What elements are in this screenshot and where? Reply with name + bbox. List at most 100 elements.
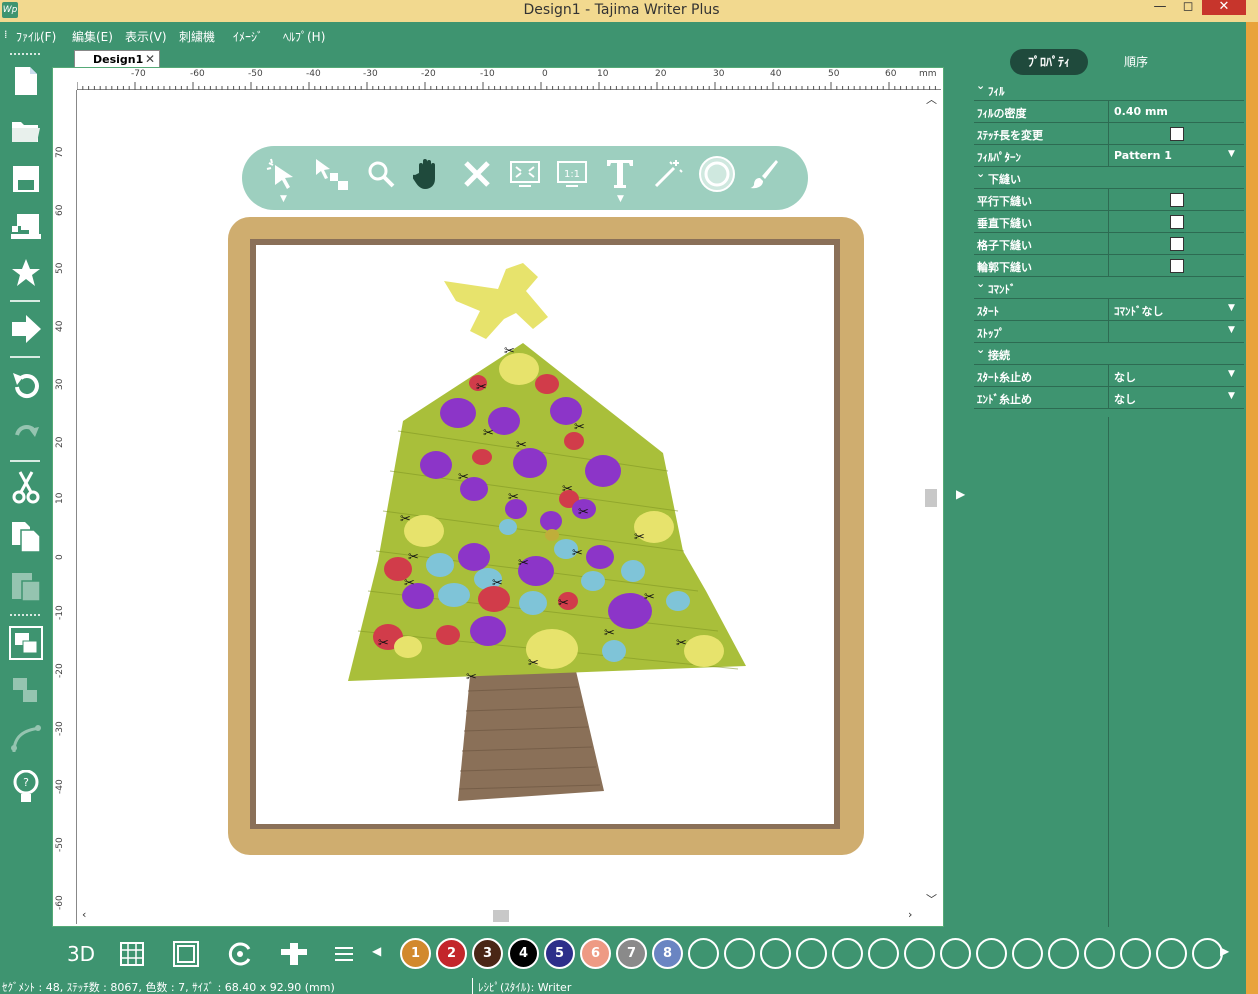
panel-collapse-icon[interactable]: ▶ xyxy=(956,487,965,501)
group-icon[interactable] xyxy=(8,626,44,660)
stitch-path-icon[interactable] xyxy=(224,938,256,970)
tip-bulb-icon[interactable]: ? xyxy=(8,770,44,804)
property-value[interactable]: 0.40 mm xyxy=(1114,105,1168,118)
menu-help[interactable]: ﾍﾙﾌﾟ(H) xyxy=(283,28,325,45)
trim-icon[interactable] xyxy=(278,938,310,970)
menu-file[interactable]: ﾌｧｲﾙ(F) xyxy=(16,28,56,45)
magic-wand-icon[interactable] xyxy=(648,154,688,194)
copy-icon[interactable] xyxy=(8,520,44,554)
hand-pan-icon[interactable] xyxy=(408,154,448,194)
fit-screen-icon[interactable] xyxy=(505,154,545,194)
embroidery-design[interactable]: ✂ ✂ ✂ ✂ ✂ ✂ ✂ ✂ ✂ ✂ ✂ ✂ ✂ ✂ ✂ ✂ ✂ ✂ ✂ ✂ ✂ ✂ ✂ xyxy=(78,91,917,909)
undo-icon[interactable] xyxy=(8,368,44,402)
view-3d-button[interactable]: 3D xyxy=(64,938,98,970)
swatch-scroll-left-icon[interactable]: ◀ xyxy=(372,944,381,958)
property-checkbox[interactable] xyxy=(1170,127,1184,141)
redo-icon[interactable] xyxy=(8,416,44,450)
actual-size-icon[interactable]: 1:1 xyxy=(552,154,592,194)
empty-color-swatch[interactable] xyxy=(796,938,827,969)
empty-color-swatch[interactable] xyxy=(724,938,755,969)
horizontal-scrollbar[interactable]: ‹ › xyxy=(78,908,921,924)
empty-color-swatch[interactable] xyxy=(1048,938,1079,969)
delete-icon[interactable] xyxy=(457,154,497,194)
text-icon[interactable] xyxy=(600,154,640,194)
property-checkbox[interactable] xyxy=(1170,237,1184,251)
property-checkbox[interactable] xyxy=(1170,215,1184,229)
property-value[interactable]: なし xyxy=(1114,369,1136,385)
color-swatch[interactable]: 7 xyxy=(616,938,647,969)
property-section[interactable]: ⌄ 接続 xyxy=(974,343,1244,365)
empty-color-swatch[interactable] xyxy=(1120,938,1151,969)
swatch-scroll-right-icon[interactable]: ▶ xyxy=(1220,944,1229,958)
dropdown-arrow-icon[interactable]: ▼ xyxy=(1228,369,1235,379)
new-file-icon[interactable] xyxy=(8,64,44,98)
menu-image[interactable]: ｲﾒｰｼﾞ xyxy=(233,28,263,45)
empty-color-swatch[interactable] xyxy=(1156,938,1187,969)
scroll-up-icon[interactable]: ︿ xyxy=(926,91,937,107)
color-swatch[interactable]: 5 xyxy=(544,938,575,969)
scroll-right-icon[interactable]: › xyxy=(908,908,912,921)
stitch-view-icon[interactable] xyxy=(697,154,737,194)
property-checkbox[interactable] xyxy=(1170,259,1184,273)
tab-close-icon[interactable]: ✕ xyxy=(145,52,155,66)
empty-color-swatch[interactable] xyxy=(832,938,863,969)
close-button[interactable]: ✕ xyxy=(1202,0,1246,15)
empty-color-swatch[interactable] xyxy=(1192,938,1223,969)
star-icon[interactable] xyxy=(8,256,44,290)
brush-icon[interactable] xyxy=(744,154,784,194)
dropdown-arrow-icon[interactable]: ▼ xyxy=(1228,391,1235,401)
property-section[interactable]: ⌄ 下縫い xyxy=(974,167,1244,189)
minimize-button[interactable]: — xyxy=(1148,0,1172,16)
menu-machine[interactable]: 刺繍機 xyxy=(179,28,215,45)
document-tab[interactable]: Design1 ✕ xyxy=(74,50,160,68)
export-icon[interactable] xyxy=(8,312,44,346)
magic-select-icon[interactable] xyxy=(262,154,302,194)
property-section[interactable]: ⌄ ｺﾏﾝﾄﾞ xyxy=(974,277,1244,299)
save-icon[interactable] xyxy=(8,162,44,196)
property-value[interactable]: Pattern 1 xyxy=(1114,149,1172,162)
vertical-scrollbar[interactable]: ︿ ﹀ xyxy=(921,91,941,909)
tab-order[interactable]: 順序 xyxy=(1124,53,1148,70)
scroll-left-icon[interactable]: ‹ xyxy=(82,908,86,921)
property-value[interactable]: ｺﾏﾝﾄﾞなし xyxy=(1114,303,1164,319)
property-section[interactable]: ⌄ ﾌｨﾙ xyxy=(974,79,1244,101)
empty-color-swatch[interactable] xyxy=(760,938,791,969)
horizontal-scroll-thumb[interactable] xyxy=(493,910,509,922)
empty-color-swatch[interactable] xyxy=(904,938,935,969)
color-swatch[interactable]: 1 xyxy=(400,938,431,969)
maximize-button[interactable]: ◻ xyxy=(1176,0,1200,16)
magic-select-dropdown-icon[interactable]: ▼ xyxy=(280,194,287,204)
menu-edit[interactable]: 編集(E) xyxy=(72,28,113,45)
paste-icon[interactable] xyxy=(8,568,44,602)
zoom-icon[interactable] xyxy=(361,154,401,194)
cut-icon[interactable] xyxy=(8,470,44,504)
tab-properties[interactable]: ﾌﾟﾛﾊﾟﾃｨ xyxy=(1010,49,1088,75)
hoop-icon[interactable] xyxy=(170,938,202,970)
list-icon[interactable] xyxy=(328,938,360,970)
dropdown-arrow-icon[interactable]: ▼ xyxy=(1228,149,1235,159)
select-icon[interactable] xyxy=(312,154,352,194)
property-checkbox[interactable] xyxy=(1170,193,1184,207)
vertical-scroll-thumb[interactable] xyxy=(925,489,937,507)
color-swatch[interactable]: 4 xyxy=(508,938,539,969)
empty-color-swatch[interactable] xyxy=(868,938,899,969)
color-swatch[interactable]: 2 xyxy=(436,938,467,969)
dropdown-arrow-icon[interactable]: ▼ xyxy=(1228,303,1235,313)
dropdown-arrow-icon[interactable]: ▼ xyxy=(1228,325,1235,335)
grid-icon[interactable] xyxy=(116,938,148,970)
empty-color-swatch[interactable] xyxy=(1012,938,1043,969)
empty-color-swatch[interactable] xyxy=(1084,938,1115,969)
color-swatch[interactable]: 8 xyxy=(652,938,683,969)
open-folder-icon[interactable] xyxy=(8,114,44,148)
empty-color-swatch[interactable] xyxy=(688,938,719,969)
design-canvas[interactable]: ✂ ✂ ✂ ✂ ✂ ✂ ✂ ✂ ✂ ✂ ✂ ✂ ✂ ✂ ✂ ✂ ✂ ✂ ✂ ✂ ✂ ✂ ✂ ▼ xyxy=(78,91,917,909)
menu-view[interactable]: 表示(V) xyxy=(125,28,167,45)
ungroup-icon[interactable] xyxy=(8,674,44,708)
color-swatch[interactable]: 3 xyxy=(472,938,503,969)
property-value[interactable]: なし xyxy=(1114,391,1136,407)
empty-color-swatch[interactable] xyxy=(976,938,1007,969)
scroll-down-icon[interactable]: ﹀ xyxy=(926,891,937,907)
color-swatch[interactable]: 6 xyxy=(580,938,611,969)
node-edit-icon[interactable] xyxy=(8,722,44,756)
text-dropdown-icon[interactable]: ▼ xyxy=(617,194,624,204)
